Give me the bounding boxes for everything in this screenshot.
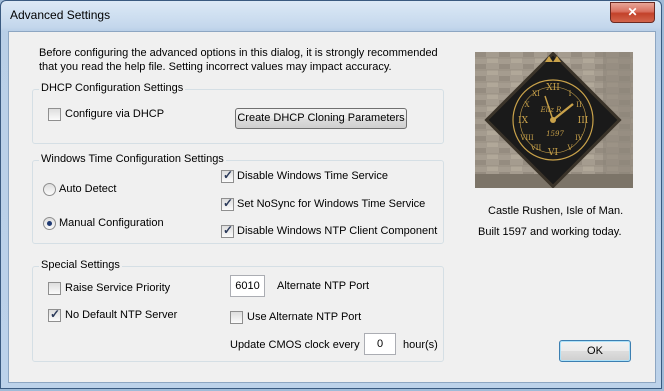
dialog-client-area: Before configuring the advanced options … [8, 31, 656, 383]
checkmark-icon: ✓ [223, 196, 234, 210]
disable-ntp-client-checkbox[interactable]: ✓ [221, 223, 234, 238]
svg-text:XII: XII [546, 83, 560, 93]
manual-configuration-label[interactable]: Manual Configuration [59, 217, 164, 229]
special-settings-group-label: Special Settings [39, 259, 122, 271]
dialog-window: Advanced Settings ✕ Before configuring t… [0, 0, 662, 389]
ok-button[interactable]: OK [559, 340, 631, 362]
svg-text:I: I [569, 90, 572, 98]
photo-caption-line-1: Castle Rushen, Isle of Man. [488, 205, 624, 217]
intro-line-2: that you read the help file. Setting inc… [39, 61, 392, 73]
photo-caption-line-2: Built 1597 and working today. [478, 226, 622, 238]
svg-text:III: III [578, 116, 589, 126]
disable-windows-time-service-checkbox[interactable]: ✓ [221, 168, 234, 183]
alternate-ntp-port-label: Alternate NTP Port [277, 280, 370, 292]
svg-text:V: V [566, 144, 573, 152]
disable-ntp-client-label[interactable]: Disable Windows NTP Client Component [237, 225, 437, 237]
close-button[interactable]: ✕ [610, 2, 655, 23]
raise-service-priority-label[interactable]: Raise Service Priority [65, 282, 170, 294]
set-nosync-label[interactable]: Set NoSync for Windows Time Service [237, 198, 425, 210]
window-title: Advanced Settings [10, 8, 111, 22]
windows-time-group: Windows Time Configuration Settings Auto… [32, 153, 444, 244]
svg-text:II: II [576, 101, 582, 109]
checkmark-icon: ✓ [223, 223, 234, 237]
no-default-ntp-server-label[interactable]: No Default NTP Server [65, 309, 177, 321]
svg-text:VI: VI [547, 148, 558, 158]
dhcp-group-label: DHCP Configuration Settings [39, 82, 186, 94]
auto-detect-radio[interactable] [43, 183, 56, 196]
cmos-hours-input[interactable]: 0 [364, 333, 396, 355]
svg-text:IV: IV [575, 134, 584, 142]
castle-clock-photo: XII III VI IX I II IV V VII VIII X XI El… [475, 52, 633, 188]
checkmark-icon: ✓ [50, 307, 61, 321]
configure-via-dhcp-label[interactable]: Configure via DHCP [65, 108, 164, 120]
special-settings-group: Special Settings Raise Service Priority … [32, 259, 444, 362]
radio-selected-dot [47, 221, 52, 226]
title-bar[interactable]: Advanced Settings ✕ [1, 1, 661, 29]
auto-detect-label[interactable]: Auto Detect [59, 183, 116, 195]
update-cmos-label: Update CMOS clock every [230, 339, 360, 351]
use-alternate-ntp-port-label[interactable]: Use Alternate NTP Port [247, 311, 361, 323]
set-nosync-checkbox[interactable]: ✓ [221, 196, 234, 211]
alternate-ntp-port-input[interactable]: 6010 [230, 275, 265, 297]
checkmark-icon: ✓ [223, 168, 234, 182]
svg-text:X: X [525, 101, 530, 109]
cmos-hours-unit-label: hour(s) [403, 339, 438, 351]
close-icon: ✕ [627, 5, 638, 19]
windows-time-group-label: Windows Time Configuration Settings [39, 153, 226, 165]
svg-text:VII: VII [530, 144, 542, 152]
create-dhcp-cloning-button[interactable]: Create DHCP Cloning Parameters [235, 108, 407, 129]
svg-text:XI: XI [532, 90, 540, 98]
manual-configuration-radio[interactable] [43, 217, 56, 230]
dhcp-settings-group: DHCP Configuration Settings Configure vi… [32, 82, 444, 144]
no-default-ntp-server-checkbox[interactable]: ✓ [48, 307, 61, 322]
svg-text:IX: IX [518, 116, 529, 126]
raise-service-priority-checkbox[interactable] [48, 282, 61, 295]
disable-windows-time-service-label[interactable]: Disable Windows Time Service [237, 170, 388, 182]
clock-year-text: 1597 [546, 130, 564, 138]
configure-via-dhcp-checkbox[interactable] [48, 108, 61, 121]
svg-text:VIII: VIII [519, 134, 534, 142]
use-alternate-ntp-port-checkbox[interactable] [230, 311, 243, 324]
intro-line-1: Before configuring the advanced options … [39, 47, 438, 59]
